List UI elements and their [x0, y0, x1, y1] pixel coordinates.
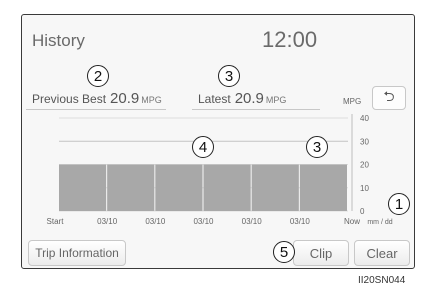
- x-tick-now: Now: [344, 217, 360, 226]
- x-tick-start: Start: [47, 217, 65, 226]
- x-tick-label: 03/10: [97, 217, 118, 226]
- fuel-history-chart: 0 10 20 30 40 Start 03/10 03/10 03/10 03/10 03/10…: [47, 114, 393, 226]
- chart-bar: [203, 164, 251, 211]
- callout-5: 5: [273, 241, 295, 263]
- chart-bar: [299, 164, 347, 211]
- chart-bar: [155, 164, 203, 211]
- clear-button[interactable]: Clear: [354, 240, 410, 266]
- chart-bar: [107, 164, 155, 211]
- callout-3-latest: 3: [218, 65, 240, 87]
- x-tick-label: 03/10: [242, 217, 263, 226]
- callout-2: 2: [87, 65, 109, 87]
- history-screen: History 12:00 Previous Best 20.9 MPG Lates…: [21, 14, 415, 269]
- chart-bar: [59, 164, 107, 211]
- y-tick-label: 10: [360, 184, 369, 193]
- x-tick-label: 03/10: [145, 217, 166, 226]
- callout-1: 1: [388, 193, 410, 215]
- trip-information-button[interactable]: Trip Information: [28, 240, 126, 266]
- y-tick-label: 40: [360, 114, 369, 123]
- x-tick-label: 03/10: [290, 217, 311, 226]
- x-axis-unit-label: mm / dd: [367, 219, 392, 226]
- figure-id: II20SN044: [358, 275, 406, 286]
- callout-3-chart: 3: [306, 136, 328, 158]
- callout-4: 4: [192, 136, 214, 158]
- clip-button[interactable]: Clip: [293, 240, 349, 266]
- y-tick-label: 0: [360, 207, 365, 216]
- y-tick-label: 30: [360, 137, 369, 146]
- chart-bar: [251, 164, 299, 211]
- chart-y-ticks: 0 10 20 30 40: [360, 114, 369, 216]
- y-tick-label: 20: [360, 161, 369, 170]
- chart-x-ticks: Start 03/10 03/10 03/10 03/10 03/10 Now mm / dd: [47, 217, 393, 226]
- x-tick-label: 03/10: [193, 217, 214, 226]
